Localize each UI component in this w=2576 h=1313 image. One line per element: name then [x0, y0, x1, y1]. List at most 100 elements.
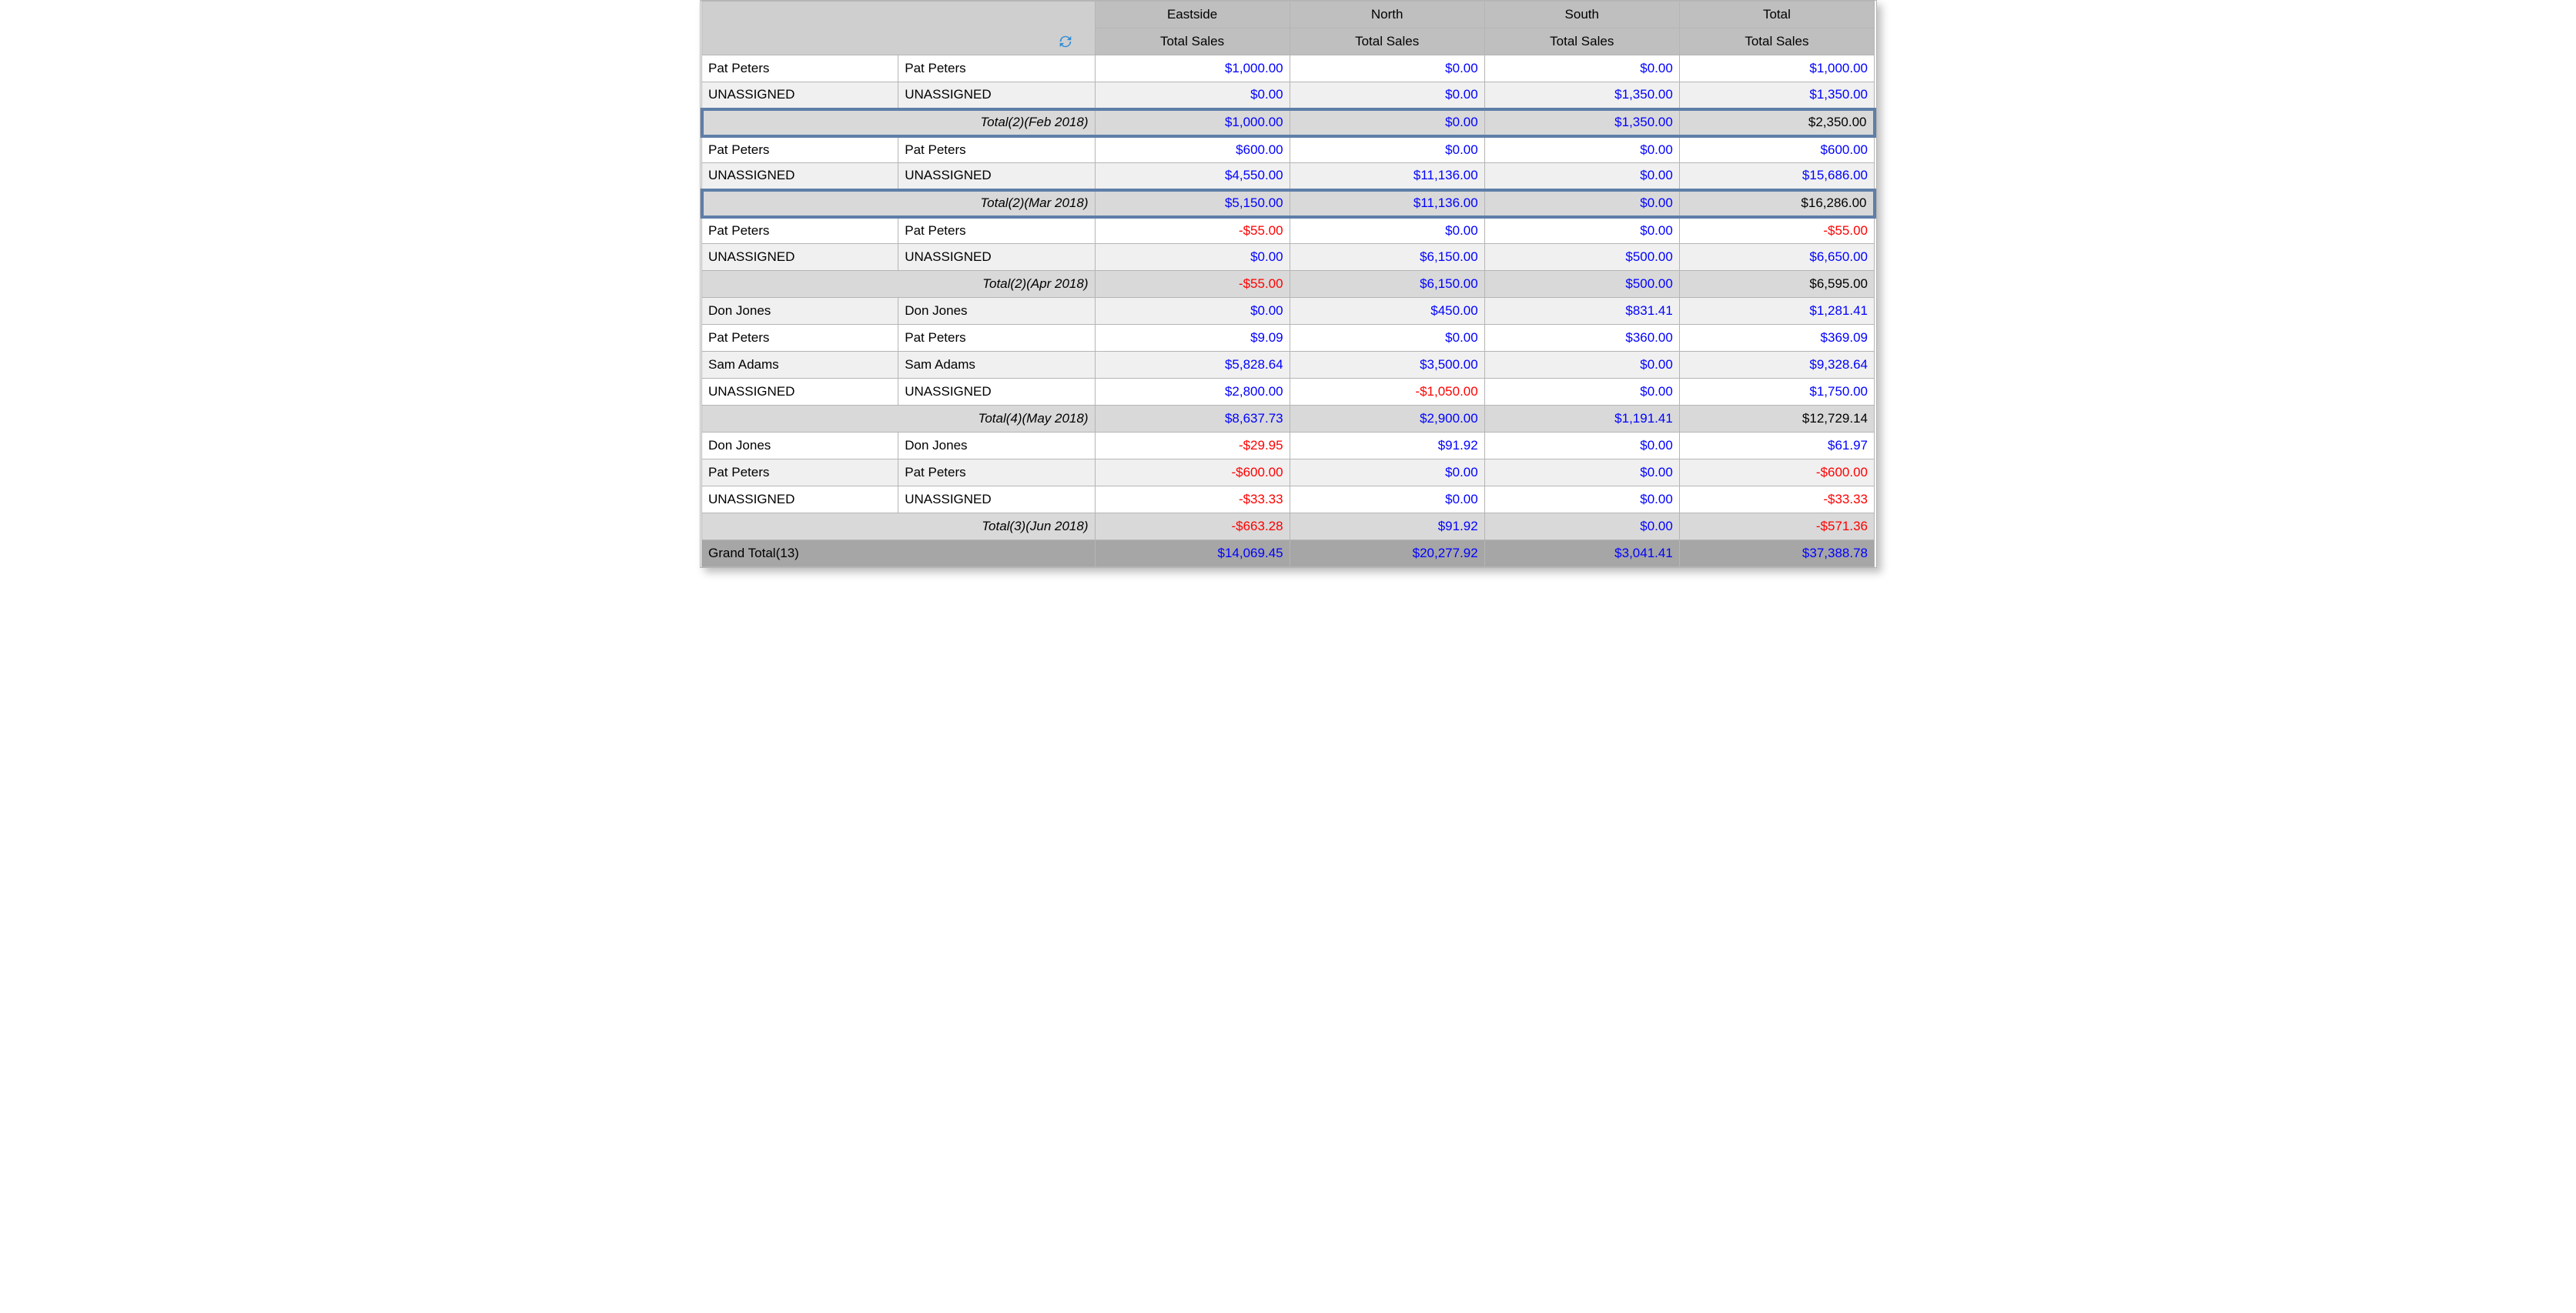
data-cell[interactable]: $1,750.00 [1679, 379, 1874, 406]
row-label[interactable]: Don Jones [702, 433, 898, 459]
subtotal-cell[interactable]: $2,350.00 [1679, 109, 1874, 136]
subtotal-cell[interactable]: $1,000.00 [1095, 109, 1290, 136]
subtotal-row[interactable]: Total(3)(Jun 2018)-$663.28$91.92$0.00-$5… [702, 513, 1875, 540]
row-label[interactable]: Pat Peters [898, 217, 1095, 244]
data-cell[interactable]: $0.00 [1290, 459, 1484, 486]
row-label[interactable]: UNASSIGNED [898, 486, 1095, 513]
data-cell[interactable]: $831.41 [1484, 298, 1679, 325]
data-cell[interactable]: $0.00 [1290, 82, 1484, 109]
table-row[interactable]: UNASSIGNEDUNASSIGNED$2,800.00-$1,050.00$… [702, 379, 1875, 406]
data-cell[interactable]: $1,350.00 [1679, 82, 1874, 109]
col-header-region[interactable]: North [1290, 2, 1484, 28]
row-label[interactable]: UNASSIGNED [898, 82, 1095, 109]
table-row[interactable]: Pat PetersPat Peters-$600.00$0.00$0.00-$… [702, 459, 1875, 486]
subtotal-cell[interactable]: $0.00 [1290, 109, 1484, 136]
data-cell[interactable]: -$55.00 [1095, 217, 1290, 244]
subtotal-row[interactable]: Total(2)(Apr 2018)-$55.00$6,150.00$500.0… [702, 271, 1875, 298]
data-cell[interactable]: $1,350.00 [1484, 82, 1679, 109]
table-row[interactable]: UNASSIGNEDUNASSIGNED$0.00$6,150.00$500.0… [702, 244, 1875, 271]
data-cell[interactable]: $0.00 [1290, 55, 1484, 82]
col-header-measure[interactable]: Total Sales [1290, 28, 1484, 55]
data-cell[interactable]: -$33.33 [1095, 486, 1290, 513]
data-cell[interactable]: -$600.00 [1095, 459, 1290, 486]
row-label[interactable]: UNASSIGNED [702, 82, 898, 109]
data-cell[interactable]: $600.00 [1679, 136, 1874, 163]
table-row[interactable]: UNASSIGNEDUNASSIGNED$0.00$0.00$1,350.00$… [702, 82, 1875, 109]
table-row[interactable]: Pat PetersPat Peters$600.00$0.00$0.00$60… [702, 136, 1875, 163]
row-label[interactable]: Pat Peters [702, 136, 898, 163]
data-cell[interactable]: $0.00 [1484, 486, 1679, 513]
grand-total-row[interactable]: Grand Total(13)$14,069.45$20,277.92$3,04… [702, 540, 1875, 567]
data-cell[interactable]: -$55.00 [1679, 217, 1874, 244]
data-cell[interactable]: $0.00 [1484, 379, 1679, 406]
row-label[interactable]: Don Jones [898, 433, 1095, 459]
col-header-region[interactable]: Total [1679, 2, 1874, 28]
subtotal-row[interactable]: Total(2)(Mar 2018)$5,150.00$11,136.00$0.… [702, 190, 1875, 217]
subtotal-cell[interactable]: $91.92 [1290, 513, 1484, 540]
col-header-measure[interactable]: Total Sales [1679, 28, 1874, 55]
table-row[interactable]: UNASSIGNEDUNASSIGNED-$33.33$0.00$0.00-$3… [702, 486, 1875, 513]
data-cell[interactable]: $3,500.00 [1290, 352, 1484, 379]
data-cell[interactable]: $61.97 [1679, 433, 1874, 459]
data-cell[interactable]: -$1,050.00 [1290, 379, 1484, 406]
data-cell[interactable]: -$600.00 [1679, 459, 1874, 486]
data-cell[interactable]: $0.00 [1290, 217, 1484, 244]
data-cell[interactable]: -$29.95 [1095, 433, 1290, 459]
subtotal-cell[interactable]: $11,136.00 [1290, 190, 1484, 217]
subtotal-cell[interactable]: -$663.28 [1095, 513, 1290, 540]
subtotal-cell[interactable]: $0.00 [1484, 513, 1679, 540]
table-row[interactable]: Pat PetersPat Peters-$55.00$0.00$0.00-$5… [702, 217, 1875, 244]
row-label[interactable]: Pat Peters [898, 55, 1095, 82]
data-cell[interactable]: $0.00 [1290, 486, 1484, 513]
row-label[interactable]: Pat Peters [702, 459, 898, 486]
data-cell[interactable]: $5,828.64 [1095, 352, 1290, 379]
subtotal-row[interactable]: Total(4)(May 2018)$8,637.73$2,900.00$1,1… [702, 406, 1875, 433]
data-cell[interactable]: $0.00 [1095, 244, 1290, 271]
data-cell[interactable]: $0.00 [1484, 136, 1679, 163]
data-cell[interactable]: $0.00 [1290, 325, 1484, 352]
refresh-icon[interactable] [1055, 33, 1076, 50]
row-label[interactable]: Pat Peters [898, 136, 1095, 163]
row-label[interactable]: UNASSIGNED [702, 486, 898, 513]
data-cell[interactable]: $6,150.00 [1290, 244, 1484, 271]
row-label[interactable]: Sam Adams [702, 352, 898, 379]
data-cell[interactable]: $1,000.00 [1095, 55, 1290, 82]
data-cell[interactable]: -$33.33 [1679, 486, 1874, 513]
data-cell[interactable]: $11,136.00 [1290, 163, 1484, 190]
row-label[interactable]: Pat Peters [702, 55, 898, 82]
data-cell[interactable]: $360.00 [1484, 325, 1679, 352]
data-cell[interactable]: $9.09 [1095, 325, 1290, 352]
row-label[interactable]: UNASSIGNED [898, 244, 1095, 271]
row-label[interactable]: Sam Adams [898, 352, 1095, 379]
data-cell[interactable]: $369.09 [1679, 325, 1874, 352]
subtotal-cell[interactable]: $500.00 [1484, 271, 1679, 298]
table-row[interactable]: Don JonesDon Jones$0.00$450.00$831.41$1,… [702, 298, 1875, 325]
table-row[interactable]: Pat PetersPat Peters$1,000.00$0.00$0.00$… [702, 55, 1875, 82]
table-row[interactable]: Pat PetersPat Peters$9.09$0.00$360.00$36… [702, 325, 1875, 352]
data-cell[interactable]: $4,550.00 [1095, 163, 1290, 190]
subtotal-cell[interactable]: $6,150.00 [1290, 271, 1484, 298]
subtotal-cell[interactable]: $1,191.41 [1484, 406, 1679, 433]
subtotal-cell[interactable]: $12,729.14 [1679, 406, 1874, 433]
data-cell[interactable]: $1,281.41 [1679, 298, 1874, 325]
table-row[interactable]: Don JonesDon Jones-$29.95$91.92$0.00$61.… [702, 433, 1875, 459]
row-label[interactable]: Pat Peters [898, 459, 1095, 486]
data-cell[interactable]: $450.00 [1290, 298, 1484, 325]
data-cell[interactable]: $0.00 [1290, 136, 1484, 163]
col-header-region[interactable]: Eastside [1095, 2, 1290, 28]
subtotal-cell[interactable]: $2,900.00 [1290, 406, 1484, 433]
data-cell[interactable]: $0.00 [1484, 163, 1679, 190]
table-row[interactable]: UNASSIGNEDUNASSIGNED$4,550.00$11,136.00$… [702, 163, 1875, 190]
data-cell[interactable]: $0.00 [1095, 82, 1290, 109]
grand-total-cell[interactable]: $20,277.92 [1290, 540, 1484, 567]
data-cell[interactable]: $0.00 [1484, 217, 1679, 244]
subtotal-cell[interactable]: $0.00 [1484, 190, 1679, 217]
data-cell[interactable]: $2,800.00 [1095, 379, 1290, 406]
subtotal-cell[interactable]: $8,637.73 [1095, 406, 1290, 433]
row-label[interactable]: Don Jones [702, 298, 898, 325]
subtotal-cell[interactable]: -$571.36 [1679, 513, 1874, 540]
grand-total-cell[interactable]: $14,069.45 [1095, 540, 1290, 567]
row-label[interactable]: Pat Peters [702, 217, 898, 244]
data-cell[interactable]: $0.00 [1484, 459, 1679, 486]
row-label[interactable]: UNASSIGNED [702, 163, 898, 190]
